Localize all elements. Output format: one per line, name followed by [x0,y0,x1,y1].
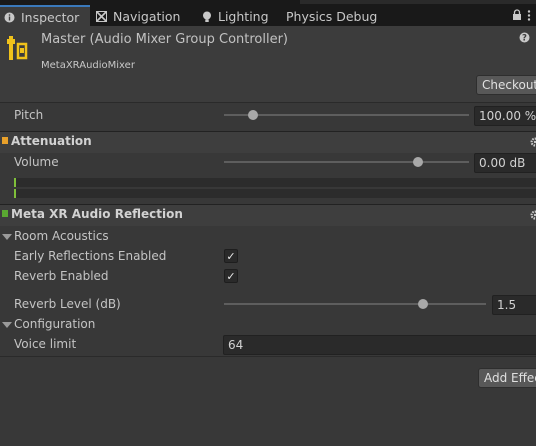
volume-slider-thumb[interactable] [412,157,423,167]
audio-mixer-icon [6,34,28,65]
settings-gear-icon[interactable] [530,209,536,223]
tab-physics-debug[interactable]: Physics Debug [286,7,377,26]
volume-value-field[interactable]: 0.00 dB [474,153,536,173]
reverb-level-value-field[interactable]: 1.5 [492,295,536,315]
early-reflections-checkbox[interactable]: ✓ [224,249,238,263]
reverb-level-label: Reverb Level (dB) [14,297,121,311]
tab-label: Physics Debug [286,9,378,24]
pitch-slider-thumb[interactable] [248,110,259,120]
reverb-enabled-label: Reverb Enabled [14,269,109,283]
tab-inspector[interactable]: Inspector [0,5,90,28]
reflection-title: Meta XR Audio Reflection [11,207,183,221]
room-acoustics-foldout-icon[interactable] [2,234,12,240]
section-divider [0,356,536,357]
info-icon [4,12,15,23]
toolbar-strip [300,0,536,4]
mixer-name: MetaXRAudioMixer [41,60,135,71]
navigation-icon [96,11,107,22]
add-effect-button[interactable]: Add Effect [478,368,536,388]
configuration-foldout-icon[interactable] [2,322,12,328]
kebab-menu-icon[interactable] [527,10,531,24]
early-reflections-label: Early Reflections Enabled [14,249,167,263]
level-meter-right [14,189,536,198]
tab-label: Inspector [21,10,80,25]
reverb-level-slider-thumb[interactable] [418,299,429,309]
help-icon[interactable]: ? [519,32,530,46]
attenuation-accent [2,137,8,144]
reverb-level-slider[interactable] [224,303,486,305]
reflection-accent [2,210,8,217]
pitch-slider[interactable] [224,114,469,116]
volume-slider[interactable] [224,161,469,163]
level-meter-marker [14,189,16,198]
level-meter-marker [14,178,16,187]
pitch-value-field[interactable]: 100.00 % [474,106,536,126]
lock-icon[interactable] [512,9,522,24]
voice-limit-field[interactable]: 64 [223,335,536,355]
reverb-enabled-checkbox[interactable]: ✓ [224,269,238,283]
tab-label: Navigation [113,9,181,24]
settings-gear-icon[interactable] [530,136,536,150]
checkout-button[interactable]: Checkout [476,75,536,95]
configuration-label[interactable]: Configuration [14,317,95,331]
tab-label: Lighting [218,9,269,24]
level-meter-left [14,178,536,187]
attenuation-title: Attenuation [11,134,92,148]
svg-text:?: ? [522,34,527,43]
tab-navigation[interactable]: Navigation [96,7,180,26]
tab-lighting[interactable]: Lighting [201,7,269,26]
voice-limit-label: Voice limit [14,337,77,351]
room-acoustics-label[interactable]: Room Acoustics [14,229,109,243]
volume-label: Volume [14,155,59,169]
component-title: Master (Audio Mixer Group Controller) [41,32,289,47]
lightbulb-icon [201,11,212,22]
pitch-label: Pitch [14,108,44,122]
